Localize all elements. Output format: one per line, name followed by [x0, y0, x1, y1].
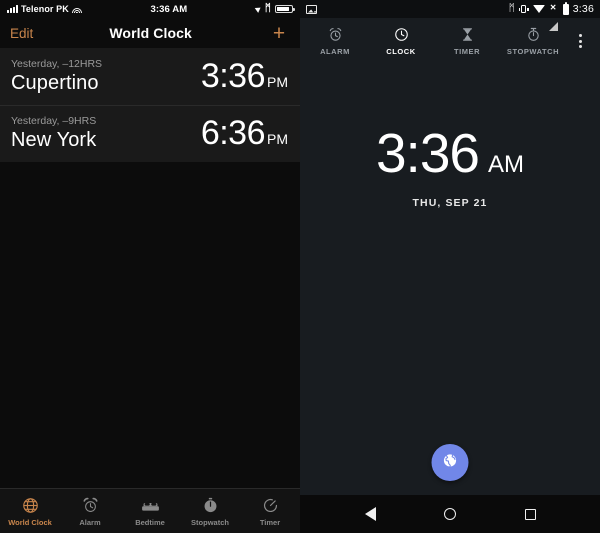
battery-icon	[562, 1, 569, 15]
clock-time: 6:36 PM	[201, 114, 288, 153]
dual-screenshot-comparison: Telenor PK 3:36 AM ᛗ Edit World Clock + …	[0, 0, 600, 533]
tab-timer[interactable]: TIMER	[434, 26, 500, 56]
ios-clock-app: Telenor PK 3:36 AM ᛗ Edit World Clock + …	[0, 0, 300, 533]
stopwatch-icon	[526, 26, 541, 43]
back-button[interactable]	[350, 495, 390, 533]
tab-label: Stopwatch	[191, 517, 229, 527]
tab-label: TIMER	[453, 47, 481, 56]
wifi-icon	[71, 5, 82, 13]
recents-button[interactable]	[510, 495, 550, 533]
android-clock-body: 3:36 AM THU, SEP 21	[300, 64, 600, 495]
tab-label: Bedtime	[135, 517, 165, 527]
stopwatch-icon	[202, 496, 219, 516]
clock-icon	[394, 26, 409, 43]
more-options-icon[interactable]	[566, 34, 594, 48]
tab-stopwatch[interactable]: Stopwatch	[180, 496, 240, 527]
tab-timer[interactable]: Timer	[240, 496, 300, 527]
alarm-clock-icon	[328, 26, 343, 43]
clock-time-meridiem: PM	[267, 131, 288, 147]
cellular-signal-no-sim-icon: ✕	[548, 3, 559, 31]
tab-label: STOPWATCH	[506, 47, 560, 56]
page-title: World Clock	[109, 25, 192, 41]
tab-label: Alarm	[79, 517, 101, 527]
digital-clock: 3:36 AM THU, SEP 21	[300, 126, 600, 210]
clock-city-label: New York	[11, 129, 97, 151]
timer-icon	[262, 496, 279, 516]
edit-button[interactable]: Edit	[10, 26, 33, 41]
ios-status-right: ᛗ	[254, 3, 295, 14]
alarm-clock-icon	[82, 496, 99, 516]
tab-label: ALARM	[320, 47, 350, 56]
clock-date-label: THU, SEP 21	[412, 197, 488, 209]
bluetooth-icon: ᛗ	[264, 3, 271, 14]
home-button[interactable]	[430, 495, 470, 533]
globe-icon	[442, 452, 459, 474]
clock-row-info: Yesterday, ‒9HRS New York	[11, 115, 96, 152]
clock-city-label: Cupertino	[11, 72, 99, 94]
tab-bedtime[interactable]: Bedtime	[120, 496, 180, 527]
clock-offset-label: Yesterday, ‒12HRS	[11, 58, 103, 70]
ios-status-bar: Telenor PK 3:36 AM ᛗ	[0, 0, 300, 18]
globe-icon	[22, 496, 39, 516]
tab-alarm[interactable]: ALARM	[302, 26, 368, 56]
ios-tab-bar: World Clock Alarm Bedtime Stopwatch Time…	[0, 488, 300, 533]
image-notification-icon	[306, 4, 317, 14]
bed-icon	[141, 496, 160, 516]
hourglass-icon	[460, 26, 475, 43]
tab-label: CLOCK	[386, 47, 416, 56]
add-clock-button[interactable]: +	[268, 23, 290, 44]
table-row[interactable]: Yesterday, ‒12HRS Cupertino 3:36 PM	[0, 48, 300, 105]
android-status-right: ᛗ ✕ 3:36	[508, 1, 594, 31]
bluetooth-icon: ᛗ	[508, 3, 515, 14]
vibrate-icon	[518, 4, 529, 14]
table-row[interactable]: Yesterday, ‒9HRS New York 6:36 PM	[0, 105, 300, 162]
ios-status-left: Telenor PK	[7, 4, 82, 14]
tab-label: World Clock	[8, 517, 52, 527]
carrier-label: Telenor PK	[21, 4, 69, 14]
clock-time: 3:36 AM	[376, 126, 524, 181]
clock-time-meridiem: PM	[267, 74, 288, 90]
tab-alarm[interactable]: Alarm	[60, 496, 120, 527]
tab-stopwatch[interactable]: STOPWATCH	[500, 26, 566, 56]
clock-time-value: 6:36	[200, 114, 266, 152]
clock-offset-label: Yesterday, ‒9HRS	[11, 115, 97, 127]
ios-nav-bar: Edit World Clock +	[0, 18, 300, 48]
clock-time-value: 3:36	[375, 122, 480, 184]
location-arrow-icon	[254, 5, 263, 13]
cellular-signal-icon	[7, 5, 18, 13]
clock-time-meridiem: AM	[488, 151, 525, 178]
ios-status-time: 3:36 AM	[150, 3, 188, 15]
ios-empty-area	[0, 162, 300, 488]
android-navigation-bar	[300, 495, 600, 533]
clock-time: 3:36 PM	[201, 57, 288, 96]
android-status-bar: ᛗ ✕ 3:36	[300, 0, 600, 31]
clock-time-value: 3:36	[200, 57, 266, 95]
battery-icon	[275, 4, 295, 14]
tab-world-clock[interactable]: World Clock	[0, 496, 60, 527]
wifi-icon	[532, 5, 545, 13]
tab-clock[interactable]: CLOCK	[368, 26, 434, 56]
tab-label: Timer	[259, 517, 281, 527]
add-city-fab[interactable]	[431, 444, 469, 481]
clock-row-info: Yesterday, ‒12HRS Cupertino	[11, 58, 102, 95]
android-status-time: 3:36	[572, 3, 594, 15]
world-clock-list: Yesterday, ‒12HRS Cupertino 3:36 PM Yest…	[0, 48, 300, 162]
android-clock-app: ᛗ ✕ 3:36 ALARM CLOCK TIMER STOPWATCH 3:3…	[300, 0, 600, 533]
